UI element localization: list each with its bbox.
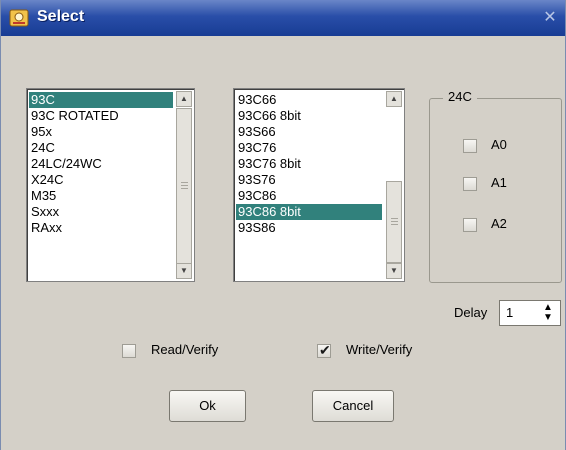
list-item[interactable]: Sxxx: [29, 204, 173, 220]
list-item[interactable]: 93C86 8bit: [236, 204, 382, 220]
scroll-up-icon[interactable]: ▲: [176, 91, 192, 107]
write-verify-checkbox[interactable]: ✔: [317, 342, 331, 358]
list-item[interactable]: 93C76 8bit: [236, 156, 382, 172]
checkbox-a0-label: A0: [491, 137, 507, 152]
checkbox-a2-label: A2: [491, 216, 507, 231]
list-item[interactable]: X24C: [29, 172, 173, 188]
list-item[interactable]: 93S76: [236, 172, 382, 188]
checkbox-a2[interactable]: [463, 218, 477, 232]
scroll-thumb[interactable]: [176, 108, 192, 264]
scroll-down-icon[interactable]: ▼: [386, 263, 402, 279]
scroll-up-icon[interactable]: ▲: [386, 91, 402, 107]
select-dialog: Select ✕ 93C 93C ROTATED 95x 24C 24LC/24WC X2…: [0, 0, 566, 450]
delay-label: Delay: [454, 305, 488, 320]
read-verify-checkbox[interactable]: [122, 344, 136, 358]
list-item[interactable]: 93C86: [236, 188, 382, 204]
list-item[interactable]: 93C76: [236, 140, 382, 156]
checkbox-a0[interactable]: [463, 139, 477, 153]
list-item[interactable]: 93C66 8bit: [236, 108, 382, 124]
delay-spinner[interactable]: 1 ▲ ▼: [499, 300, 561, 326]
list-item[interactable]: 93S86: [236, 220, 382, 236]
list-item[interactable]: 93C66: [236, 92, 382, 108]
device-family-scrollbar[interactable]: ▲ ▼: [176, 91, 192, 279]
device-family-items: 93C 93C ROTATED 95x 24C 24LC/24WC X24C M35 Sxxx…: [29, 92, 173, 236]
group-24c: [429, 98, 562, 283]
group-24c-title: 24C: [443, 89, 477, 104]
device-model-items: 93C66 93C66 8bit 93S66 93C76 93C76 8bit 93S76…: [236, 92, 382, 236]
scroll-thumb[interactable]: [386, 181, 402, 263]
title-bar[interactable]: Select ✕: [1, 0, 565, 36]
close-icon[interactable]: ✕: [541, 9, 559, 27]
list-item[interactable]: 95x: [29, 124, 173, 140]
list-item[interactable]: 24LC/24WC: [29, 156, 173, 172]
delay-value[interactable]: 1: [506, 305, 513, 320]
spin-arrows-icon[interactable]: ▲ ▼: [540, 303, 556, 323]
list-item[interactable]: 93S66: [236, 124, 382, 140]
read-verify-label: Read/Verify: [151, 342, 219, 357]
app-icon: [9, 9, 29, 27]
cancel-button[interactable]: Cancel: [312, 390, 394, 422]
list-item[interactable]: 24C: [29, 140, 173, 156]
list-item[interactable]: RAxx: [29, 220, 173, 236]
list-item[interactable]: M35: [29, 188, 173, 204]
device-model-scrollbar[interactable]: ▲ ▼: [386, 91, 402, 279]
dialog-title: Select: [37, 8, 85, 25]
write-verify-label: Write/Verify: [346, 342, 413, 357]
list-item[interactable]: 93C ROTATED: [29, 108, 173, 124]
device-model-list[interactable]: 93C66 93C66 8bit 93S66 93C76 93C76 8bit 93S76…: [233, 88, 405, 282]
ok-button[interactable]: Ok: [169, 390, 246, 422]
checkmark-icon: ✔: [319, 342, 331, 358]
scroll-down-icon[interactable]: ▼: [176, 263, 192, 279]
list-item[interactable]: 93C: [29, 92, 173, 108]
checkbox-a1-label: A1: [491, 175, 507, 190]
device-family-list[interactable]: 93C 93C ROTATED 95x 24C 24LC/24WC X24C M35 Sxxx…: [26, 88, 195, 282]
checkbox-a1[interactable]: [463, 177, 477, 191]
